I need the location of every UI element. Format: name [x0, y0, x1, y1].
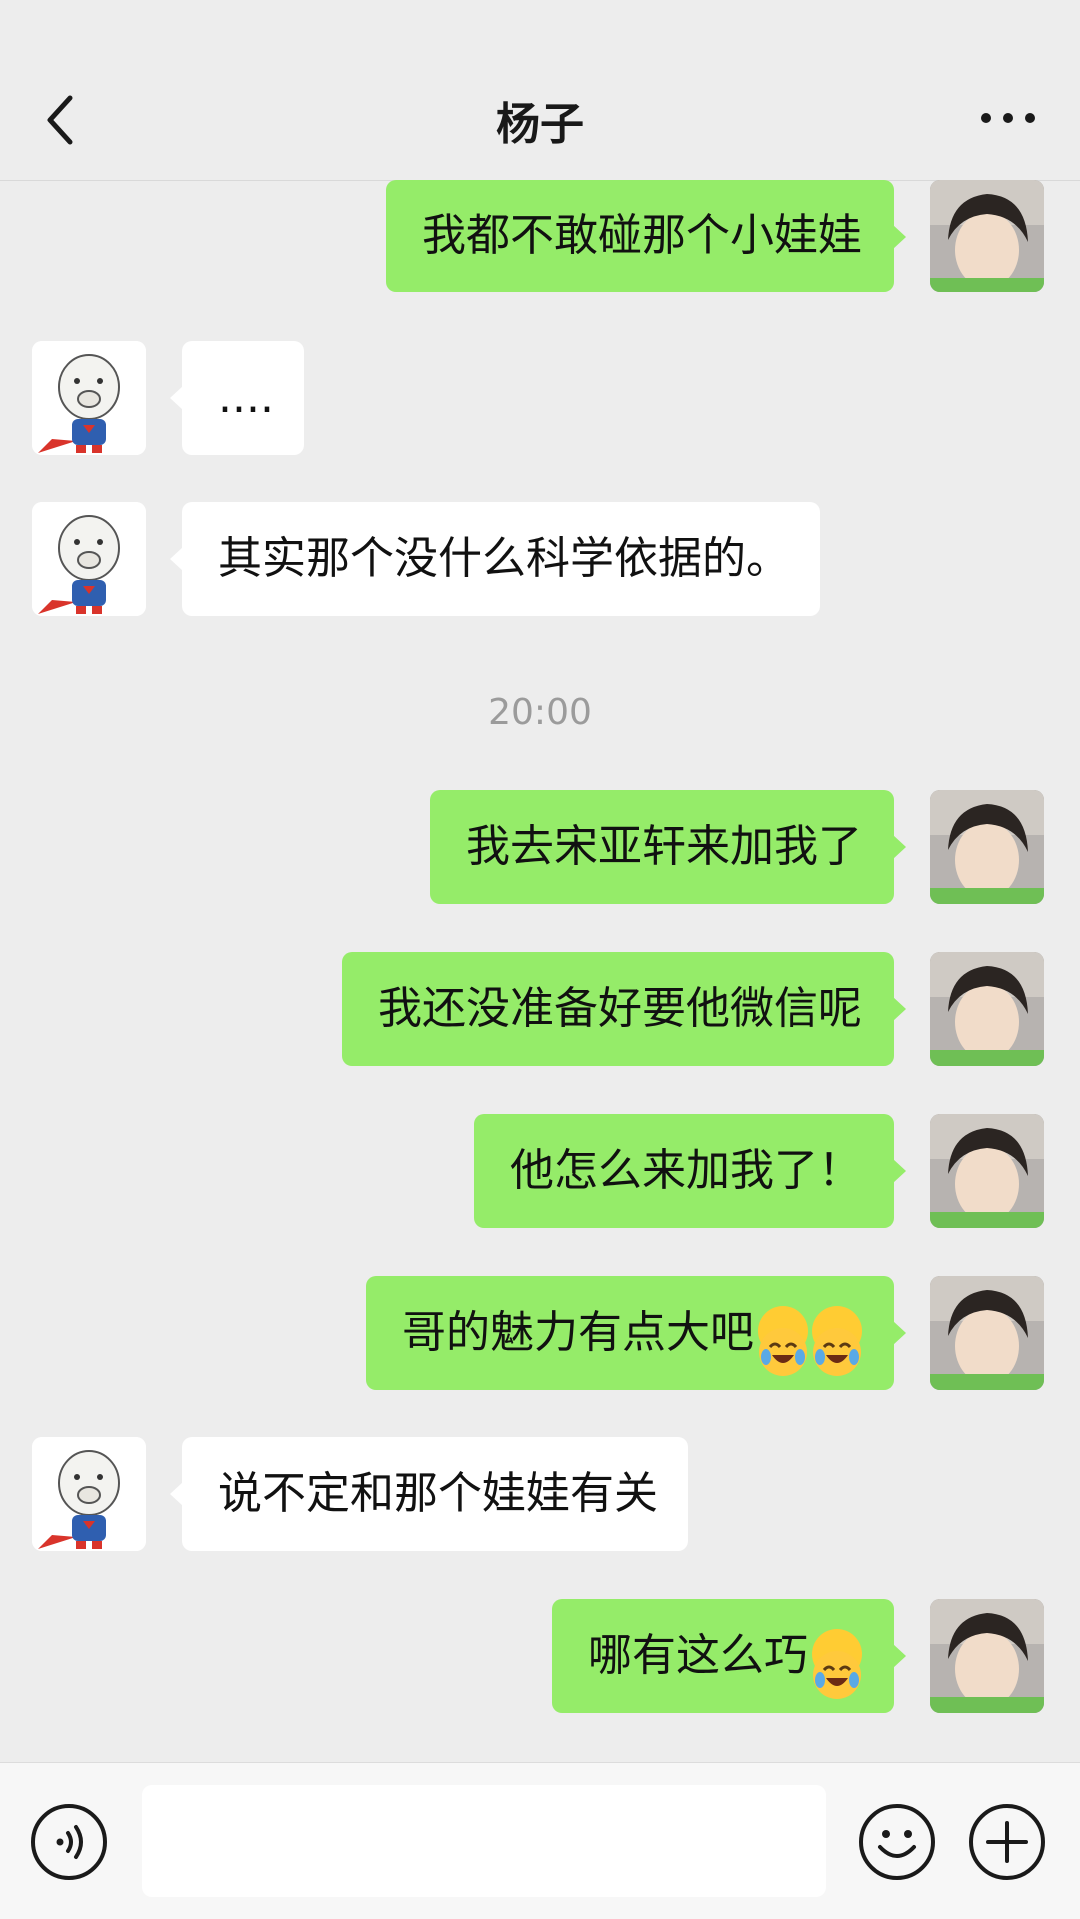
voice-icon[interactable]	[30, 1803, 108, 1881]
laughing-crying-emoji-icon	[812, 1306, 862, 1376]
self-avatar-image	[930, 180, 1044, 292]
self-avatar[interactable]	[930, 790, 1044, 904]
peer-avatar[interactable]	[32, 1437, 146, 1551]
message-bubble-peer[interactable]: 其实那个没什么科学依据的。	[170, 502, 820, 616]
self-avatar-image	[930, 1276, 1044, 1390]
self-avatar-image	[930, 952, 1044, 1066]
self-avatar-image	[930, 1114, 1044, 1228]
message-bubble-self[interactable]: 哥的魅力有点大吧	[366, 1276, 906, 1390]
chat-title: 杨子	[496, 99, 584, 150]
message-bubble-self[interactable]: 我都不敢碰那个小娃娃	[386, 180, 906, 292]
message-text: 其实那个没什么科学依据的。	[218, 533, 790, 584]
message-text: 我都不敢碰那个小娃娃	[422, 210, 862, 261]
message-text: 哪有这么巧	[588, 1630, 808, 1681]
self-avatar-image	[930, 1599, 1044, 1713]
message-text: ....	[218, 372, 274, 423]
message-bubble-self[interactable]: 哪有这么巧	[552, 1599, 906, 1713]
pig-avatar-image	[32, 502, 146, 616]
pig-avatar-image	[32, 1437, 146, 1551]
smile-icon[interactable]	[858, 1803, 936, 1881]
message-bubble-peer[interactable]: ....	[170, 341, 304, 455]
message-bubble-self[interactable]: 我还没准备好要他微信呢	[342, 952, 906, 1066]
message-text: 我去宋亚轩来加我了	[466, 821, 862, 872]
laughing-crying-emoji-icon	[758, 1306, 808, 1376]
message-text: 他怎么来加我了！	[510, 1145, 862, 1196]
message-bubble-self[interactable]: 我去宋亚轩来加我了	[430, 790, 906, 904]
message-timestamp: 20:00	[488, 692, 592, 733]
message-input[interactable]	[142, 1785, 826, 1897]
message-text: 说不定和那个娃娃有关	[218, 1468, 658, 1519]
plus-icon[interactable]	[968, 1803, 1046, 1881]
message-bubble-peer[interactable]: 说不定和那个娃娃有关	[170, 1437, 688, 1551]
message-list[interactable]: 我都不敢碰那个小娃娃 .... 其实那个没什么科学依据的。 20:00 我去宋亚…	[0, 180, 1080, 1762]
self-avatar[interactable]	[930, 952, 1044, 1066]
message-text: 哥的魅力有点大吧	[402, 1307, 754, 1358]
self-avatar[interactable]	[930, 1276, 1044, 1390]
more-dots-icon[interactable]	[978, 100, 1038, 136]
self-avatar-image	[930, 790, 1044, 904]
self-avatar[interactable]	[930, 180, 1044, 292]
laughing-crying-emoji-icon	[812, 1629, 862, 1699]
self-avatar[interactable]	[930, 1114, 1044, 1228]
message-text: 我还没准备好要他微信呢	[378, 983, 862, 1034]
peer-avatar[interactable]	[32, 502, 146, 616]
message-bubble-self[interactable]: 他怎么来加我了！	[474, 1114, 906, 1228]
chat-header: 杨子	[0, 0, 1080, 181]
pig-avatar-image	[32, 341, 146, 455]
peer-avatar[interactable]	[32, 341, 146, 455]
input-bar	[0, 1762, 1080, 1919]
self-avatar[interactable]	[930, 1599, 1044, 1713]
